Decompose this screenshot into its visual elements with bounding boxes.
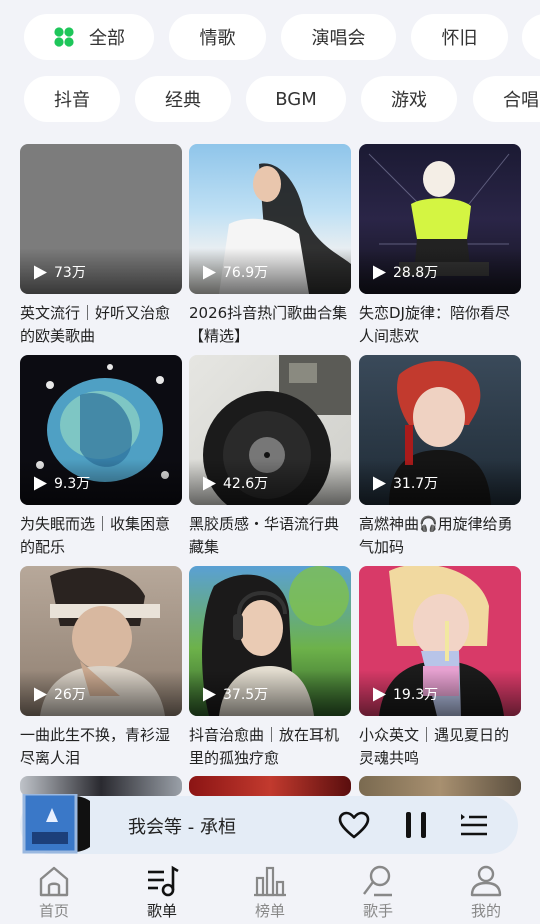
tab-playlists[interactable]: 歌单 (108, 864, 216, 924)
tab-label: 榜单 (254, 902, 285, 920)
play-count: 28.8万 (393, 265, 439, 281)
tab-label: 歌手 (362, 902, 393, 920)
play-icon (203, 476, 216, 490)
playlist-music-icon (148, 865, 179, 897)
playlist-queue-button[interactable] (456, 808, 492, 842)
pause-button[interactable] (398, 808, 434, 842)
filter-chip-classic[interactable]: 经典 (135, 76, 231, 122)
playlist-card[interactable]: 28.8万 失恋DJ旋律：陪你看尽人间悲欢 (359, 144, 521, 348)
filter-row-2: 抖音 经典 BGM 游戏 合唱 (0, 76, 540, 124)
playlist-cover: 31.7万 (359, 355, 521, 505)
play-icon (203, 687, 216, 701)
profile-icon (470, 865, 502, 897)
chart-bars-icon (254, 866, 286, 897)
playlist-cover (189, 776, 351, 796)
playlist-title: 英文流行｜好听又治愈的欧美歌曲 (20, 304, 171, 345)
tab-charts[interactable]: 榜单 (216, 864, 324, 924)
playlist-cover: 28.8万 (359, 144, 521, 294)
playlist-card[interactable] (20, 776, 182, 796)
pause-icon (406, 812, 426, 838)
play-count: 73万 (54, 265, 86, 281)
playlist-title: 2026抖音热门歌曲合集【精选】 (189, 304, 348, 345)
singer-icon (363, 865, 392, 897)
filter-chip-label: 情歌 (199, 28, 236, 49)
playlist-card[interactable]: 9.3万 为失眠而选｜收集困意的配乐 (20, 355, 182, 559)
play-count: 37.5万 (223, 687, 269, 703)
playlist-title: 抖音治愈曲｜放在耳机里的孤独疗愈 (189, 726, 340, 767)
playlist-card[interactable]: 19.3万 小众英文｜遇见夏日的灵魂共鸣 (359, 566, 521, 770)
queue-list-icon (461, 814, 487, 836)
filter-chip-all[interactable]: 全部 (24, 14, 154, 60)
mini-player[interactable]: 我会等 - 承桓 (20, 792, 518, 854)
playlist-cover: 9.3万 (20, 355, 182, 505)
play-icon (34, 265, 47, 279)
filter-chip-more[interactable] (522, 14, 540, 60)
play-icon (34, 687, 47, 701)
playlist-title: 失恋DJ旋律：陪你看尽人间悲欢 (359, 304, 510, 345)
playlist-title: 为失眠而选｜收集困意的配乐 (20, 515, 171, 556)
playlist-card[interactable] (359, 776, 521, 796)
filter-chip-label: BGM (275, 88, 317, 110)
filter-chip-label: 抖音 (54, 90, 90, 111)
tab-label: 首页 (38, 902, 69, 920)
filter-row-1: 全部 情歌 演唱会 怀旧 (0, 14, 540, 62)
playlist-title: 黑胶质感・华语流行典藏集 (189, 515, 340, 556)
filter-chip-label: 全部 (89, 28, 125, 49)
playlist-card[interactable]: 26万 一曲此生不换，青衫湿尽离人泪 (20, 566, 182, 770)
play-icon (373, 476, 386, 490)
playlist-card[interactable] (189, 776, 351, 796)
filter-chip-label: 合唱 (503, 90, 539, 111)
filter-chip-chorus[interactable]: 合唱 (473, 76, 540, 122)
play-count: 26万 (54, 687, 86, 703)
playlist-cover: 76.9万 (189, 144, 351, 294)
tab-label: 我的 (470, 902, 501, 920)
filter-chip-bgm[interactable]: BGM (246, 76, 346, 122)
playlist-title: 一曲此生不换，青衫湿尽离人泪 (20, 726, 171, 767)
playlist-card[interactable]: 73万 英文流行｜好听又治愈的欧美歌曲 (20, 144, 182, 348)
home-icon (39, 866, 69, 897)
playlist-card[interactable]: 76.9万 2026抖音热门歌曲合集【精选】 (189, 144, 351, 348)
playlist-title: 高燃神曲🎧用旋律给勇气加码 (359, 515, 513, 556)
playlist-cover: 73万 (20, 144, 182, 294)
play-icon (373, 265, 386, 279)
play-icon (203, 265, 216, 279)
tab-label: 歌单 (146, 902, 177, 920)
play-count: 31.7万 (393, 476, 439, 492)
filter-chip-love-songs[interactable]: 情歌 (169, 14, 266, 60)
filter-chip-douyin[interactable]: 抖音 (24, 76, 120, 122)
filter-chip-concert[interactable]: 演唱会 (281, 14, 396, 60)
filter-chip-nostalgic[interactable]: 怀旧 (411, 14, 508, 60)
playlist-card[interactable]: 31.7万 高燃神曲🎧用旋律给勇气加码 (359, 355, 521, 559)
play-count: 19.3万 (393, 687, 439, 703)
favorite-button[interactable] (336, 808, 372, 842)
filter-chip-label: 演唱会 (311, 28, 366, 49)
play-icon (34, 476, 47, 490)
filter-chip-label: 怀旧 (441, 28, 478, 49)
tab-home[interactable]: 首页 (0, 864, 108, 924)
filter-chip-label: 经典 (165, 90, 201, 111)
playlist-card[interactable]: 37.5万 抖音治愈曲｜放在耳机里的孤独疗愈 (189, 566, 351, 770)
heart-icon (338, 811, 370, 839)
filter-chip-game[interactable]: 游戏 (361, 76, 457, 122)
play-count: 42.6万 (223, 476, 269, 492)
tab-singers[interactable]: 歌手 (324, 864, 432, 924)
bottom-tab-bar: 首页 歌单 榜单 歌手 我的 (0, 860, 540, 924)
play-icon (373, 687, 386, 701)
playlist-title: 小众英文｜遇见夏日的灵魂共鸣 (359, 726, 510, 767)
filter-chip-label: 游戏 (391, 90, 427, 111)
tab-mine[interactable]: 我的 (432, 864, 540, 924)
grid-dots-icon (53, 26, 75, 48)
playlist-cover: 19.3万 (359, 566, 521, 716)
playlist-cover: 26万 (20, 566, 182, 716)
play-count: 9.3万 (54, 476, 91, 492)
playlist-cover (359, 776, 521, 796)
playlist-card[interactable]: 42.6万 黑胶质感・华语流行典藏集 (189, 355, 351, 559)
now-playing-cover[interactable] (22, 792, 102, 854)
playlist-cover: 42.6万 (189, 355, 351, 505)
play-count: 76.9万 (223, 265, 269, 281)
now-playing-title: 我会等 - 承桓 (128, 817, 236, 838)
playlist-cover (20, 776, 182, 796)
playlist-cover: 37.5万 (189, 566, 351, 716)
